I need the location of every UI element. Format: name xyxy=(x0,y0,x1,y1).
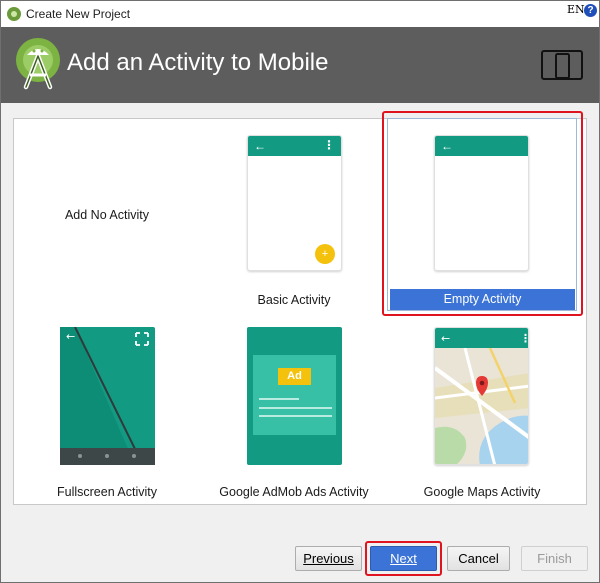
tile-admob-activity[interactable]: Ad Google AdMob Ads Activity xyxy=(201,313,387,503)
tile-label: Add No Activity xyxy=(64,208,150,222)
preview-app-bar: ← ⋮ xyxy=(248,136,341,156)
back-arrow-icon: ← xyxy=(254,139,266,153)
tile-basic-activity[interactable]: ← ⋮ + Basic Activity xyxy=(201,119,387,309)
tile-maps-activity[interactable]: ← ⋮ Google Maps Activity xyxy=(387,313,577,503)
svg-text:←: ← xyxy=(441,332,450,345)
help-icon[interactable]: ? xyxy=(584,4,597,17)
maps-activity-preview: ← ⋮ xyxy=(434,327,529,465)
empty-activity-highlight xyxy=(382,111,583,316)
tile-label: Google Maps Activity xyxy=(423,485,541,499)
android-studio-app-icon xyxy=(7,7,21,21)
map-graphic: ← ⋮ xyxy=(435,328,529,464)
page-title: Add an Activity to Mobile xyxy=(67,49,329,76)
cancel-button-label: Cancel xyxy=(458,551,499,566)
overflow-menu-icon: ⋮ xyxy=(323,138,335,152)
title-bar: Create New Project EN ? xyxy=(1,1,599,27)
ad-text-line xyxy=(259,415,332,417)
finish-button-label: Finish xyxy=(537,551,572,566)
basic-activity-preview: ← ⋮ + xyxy=(247,135,342,271)
previous-button-label: Previous xyxy=(303,551,354,566)
android-studio-logo-icon xyxy=(16,38,60,90)
fullscreen-activity-preview: ← xyxy=(60,327,155,465)
fab-icon: + xyxy=(315,244,335,264)
tile-fullscreen-activity[interactable]: ← Fullscreen Activity xyxy=(15,313,199,503)
finish-button[interactable]: Finish xyxy=(521,546,588,571)
tile-label: Google AdMob Ads Activity xyxy=(219,485,369,499)
ad-card: Ad xyxy=(253,355,336,435)
create-new-project-window: Create New Project EN ? Add an Activity … xyxy=(0,0,600,583)
tablet-phone-icon xyxy=(541,50,583,80)
admob-activity-preview: Ad xyxy=(247,327,342,465)
svg-text:⋮: ⋮ xyxy=(520,332,529,345)
ad-text-line xyxy=(259,407,332,409)
language-indicator[interactable]: EN xyxy=(567,3,585,16)
fab-glyph: + xyxy=(321,248,329,260)
wizard-header: Add an Activity to Mobile xyxy=(1,27,599,103)
ad-badge: Ad xyxy=(278,368,311,385)
svg-text:←: ← xyxy=(66,330,75,343)
tile-label: Fullscreen Activity xyxy=(56,485,158,499)
window-title: Create New Project xyxy=(26,7,131,21)
next-button-highlight xyxy=(365,541,442,576)
tile-add-no-activity[interactable]: Add No Activity xyxy=(15,119,199,309)
tile-label: Basic Activity xyxy=(257,293,331,307)
previous-button[interactable]: Previous xyxy=(295,546,362,571)
cancel-button[interactable]: Cancel xyxy=(447,546,510,571)
ad-text-line xyxy=(259,398,299,400)
